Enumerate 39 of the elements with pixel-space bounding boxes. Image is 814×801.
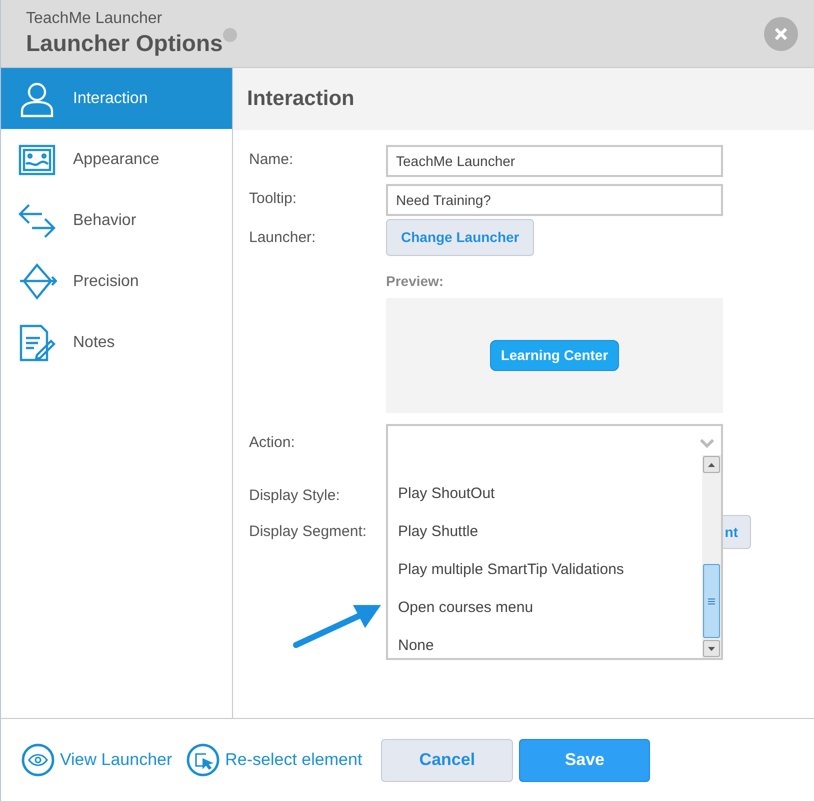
- scroll-down-button[interactable]: [703, 640, 720, 657]
- help-icon[interactable]: [222, 28, 237, 42]
- close-icon: [773, 26, 789, 42]
- up-arrow-icon: [708, 462, 715, 466]
- notes-icon: [17, 322, 57, 362]
- down-arrow-icon: [708, 646, 715, 650]
- dropdown-option[interactable]: Play Shuttle: [397, 513, 702, 551]
- scroll-up-button[interactable]: [703, 456, 720, 473]
- section-title: Interaction: [247, 86, 354, 112]
- preview-label: Preview:: [386, 272, 445, 291]
- dropdown-option[interactable]: Play multiple SmartTip Validations: [397, 551, 702, 589]
- footer-link[interactable]: Re-select element: [186, 743, 362, 777]
- text-field[interactable]: Need Training?: [386, 184, 723, 216]
- dropdown-option[interactable]: None: [397, 627, 702, 665]
- text-field[interactable]: TeachMe Launcher: [386, 144, 723, 176]
- sidebar-item[interactable]: Appearance: [1, 129, 232, 190]
- window-title: Launcher Options: [26, 28, 223, 58]
- bow-icon: [17, 262, 57, 302]
- cursor-icon: [186, 743, 220, 777]
- field-label: Launcher:: [249, 228, 317, 248]
- footer-link[interactable]: View Launcher: [21, 743, 172, 777]
- sidebar-item[interactable]: Behavior: [1, 190, 232, 251]
- chevron-down-icon: [699, 437, 715, 449]
- grip-icon: [708, 598, 715, 604]
- close-button[interactable]: [764, 16, 798, 50]
- field-label: Display Style:: [249, 486, 341, 506]
- sidebar-item[interactable]: Notes: [1, 312, 232, 373]
- field-label: Action:: [249, 432, 296, 453]
- scroll-thumb[interactable]: [703, 564, 720, 638]
- field-label: Tooltip:: [249, 189, 298, 210]
- dropdown-option[interactable]: Play ShoutOut: [397, 475, 702, 513]
- scrollbar[interactable]: [702, 455, 721, 658]
- sidebar-item[interactable]: Precision: [1, 251, 232, 312]
- field-label: Name:: [249, 150, 294, 170]
- eye-icon: [21, 743, 55, 777]
- field-label: Display Segment:: [249, 522, 368, 542]
- dropdown-option[interactable]: Open courses menu: [397, 589, 702, 627]
- sidebar-item[interactable]: Interaction: [1, 68, 232, 129]
- window-subtitle: TeachMe Launcher: [26, 10, 164, 28]
